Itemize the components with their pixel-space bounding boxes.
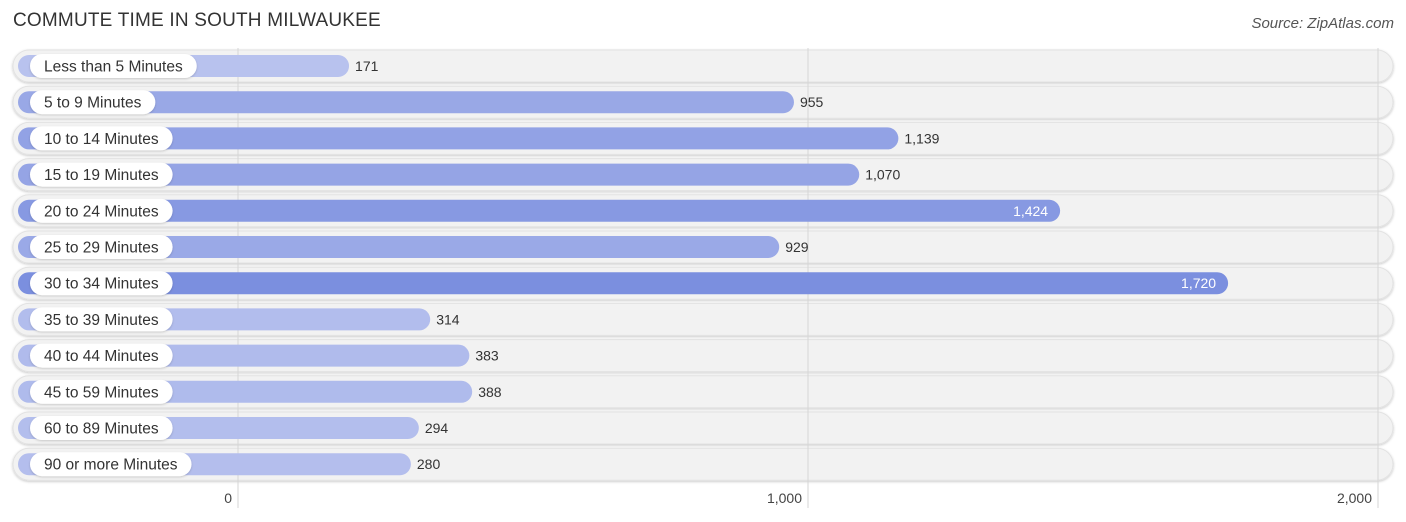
category-label: 90 or more Minutes [44, 457, 178, 474]
bar-row: 40 to 44 Minutes 383 [18, 343, 499, 368]
x-tick-label: 0 [224, 490, 232, 506]
value-label: 1,139 [904, 130, 939, 146]
bar[interactable] [18, 199, 1061, 222]
bar-row: 90 or more Minutes 280 [18, 452, 441, 477]
bar-row: 30 to 34 Minutes 1,720 [18, 271, 1229, 296]
bar-row: Less than 5 Minutes 171 [18, 54, 379, 78]
bar-row: 60 to 89 Minutes 294 [18, 416, 448, 440]
bar-chart: Less than 5 Minutes 171 5 to 9 Minutes 955 1… [12, 48, 1394, 508]
category-label: 40 to 44 Minutes [44, 348, 159, 365]
value-label: 1,070 [865, 167, 900, 183]
bar-row: 35 to 39 Minutes 314 [18, 307, 460, 332]
bar-row: 5 to 9 Minutes 955 [18, 90, 824, 115]
value-label: 388 [478, 384, 502, 400]
value-label: 955 [800, 94, 824, 110]
value-label: 383 [475, 348, 499, 364]
value-label: 929 [785, 239, 809, 255]
bar-row: 15 to 19 Minutes 1,070 [18, 162, 900, 187]
category-label: 10 to 14 Minutes [44, 131, 159, 148]
value-label: 1,720 [1181, 275, 1216, 291]
x-tick-label: 1,000 [767, 490, 802, 506]
x-tick-label: 2,000 [1337, 490, 1372, 506]
category-label: 25 to 29 Minutes [44, 240, 159, 257]
category-label: 45 to 59 Minutes [44, 384, 159, 401]
category-label: 35 to 39 Minutes [44, 312, 159, 329]
category-label: 30 to 34 Minutes [44, 276, 159, 293]
category-label: 15 to 19 Minutes [44, 167, 159, 184]
category-label: 20 to 24 Minutes [44, 203, 159, 220]
bar[interactable] [18, 272, 1229, 295]
bar-row: 20 to 24 Minutes 1,424 [18, 198, 1061, 223]
bar-row: 10 to 14 Minutes 1,139 [18, 126, 940, 151]
bar-row: 45 to 59 Minutes 388 [18, 379, 502, 404]
value-label: 294 [425, 420, 449, 436]
category-label: 5 to 9 Minutes [44, 95, 142, 112]
value-label: 1,424 [1013, 203, 1048, 219]
category-label: Less than 5 Minutes [44, 59, 183, 76]
category-label: 60 to 89 Minutes [44, 421, 159, 438]
value-label: 280 [417, 456, 441, 472]
value-label: 171 [355, 58, 379, 74]
value-label: 314 [436, 311, 460, 327]
bar-row: 25 to 29 Minutes 929 [18, 235, 809, 259]
